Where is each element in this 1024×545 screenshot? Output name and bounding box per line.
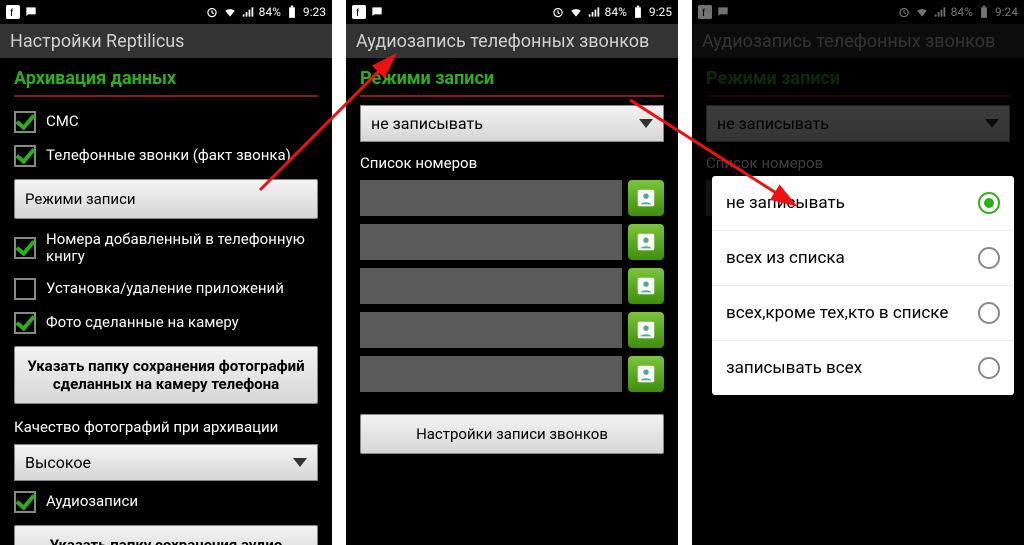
option-label: не записывать (726, 193, 845, 213)
checkbox-icon[interactable] (14, 312, 36, 334)
checkbox-icon[interactable] (14, 237, 36, 259)
number-row (346, 176, 678, 220)
checkbox-icon[interactable] (14, 145, 36, 167)
call-recording-settings-button[interactable]: Настройки записи звонков (360, 414, 664, 454)
row-calls[interactable]: Телефонные звонки (факт звонка) (0, 139, 332, 173)
chat-icon (24, 5, 38, 19)
dialog-option-except-list[interactable]: всех,кроме тех,кто в списке (712, 286, 1014, 341)
number-input[interactable] (360, 268, 622, 304)
battery-text: 84% (259, 5, 281, 19)
number-row (346, 264, 678, 308)
number-input[interactable] (360, 356, 622, 392)
battery-icon (631, 5, 645, 19)
wifi-icon (223, 5, 237, 19)
signal-icon (241, 5, 255, 19)
app-title: Настройки Reptilicus (0, 24, 332, 58)
clock-text: 9:25 (649, 5, 672, 19)
dialog-option-no-record[interactable]: не записывать (712, 176, 1014, 231)
option-label: всех из списка (726, 248, 845, 268)
numbers-list-label: Список номеров (346, 146, 678, 176)
row-label: Установка/удаление приложений (46, 280, 318, 297)
recording-modes-button[interactable]: Режими записи (14, 179, 318, 219)
number-input[interactable] (360, 224, 622, 260)
radio-icon (978, 192, 1000, 214)
radio-icon (978, 357, 1000, 379)
option-label: всех,кроме тех,кто в списке (726, 303, 948, 323)
battery-icon (285, 5, 299, 19)
row-label: Фото сделанные на камеру (46, 314, 318, 331)
contact-picker-button[interactable] (628, 180, 664, 216)
checkbox-icon[interactable] (14, 491, 36, 513)
section-title: Режими записи (346, 58, 678, 95)
phone-screen-3: f 84% 9:24 Аудиозапись телефонных звонко… (692, 0, 1024, 545)
clock-text: 9:23 (303, 5, 326, 19)
section-underline (360, 95, 664, 97)
radio-icon (978, 302, 1000, 324)
phone-screen-1: f 84% 9:23 Настройки Reptilicus Архиваци… (0, 0, 332, 545)
chevron-down-icon (639, 119, 653, 128)
contact-picker-button[interactable] (628, 224, 664, 260)
number-input[interactable] (360, 312, 622, 348)
number-row (346, 352, 678, 396)
row-label: Телефонные звонки (факт звонка) (46, 147, 318, 164)
row-sms[interactable]: СМС (0, 105, 332, 139)
checkbox-icon[interactable] (14, 278, 36, 300)
dialog-option-from-list[interactable]: всех из списка (712, 231, 1014, 286)
row-photos[interactable]: Фото сделанные на камеру (0, 306, 332, 340)
row-label: Аудиозаписи (46, 493, 318, 510)
number-row (346, 220, 678, 264)
facebook-icon: f (6, 5, 20, 19)
svg-text:f: f (10, 7, 13, 19)
checkbox-icon[interactable] (14, 111, 36, 133)
photo-quality-label: Качество фотографий при архивации (0, 410, 332, 440)
svg-text:f: f (356, 7, 359, 19)
status-bar: f 84% 9:25 (346, 0, 678, 24)
status-bar: f 84% 9:23 (0, 0, 332, 24)
number-input[interactable] (360, 180, 622, 216)
photo-folder-button[interactable]: Указать папку сохранения фотографий сдел… (14, 346, 318, 404)
radio-icon (978, 247, 1000, 269)
recording-mode-dialog: не записывать всех из списка всех,кроме … (712, 176, 1014, 395)
row-apps[interactable]: Установка/удаление приложений (0, 272, 332, 306)
contact-picker-button[interactable] (628, 312, 664, 348)
chevron-down-icon (293, 458, 307, 467)
app-title: Аудиозапись телефонных звонков (346, 24, 678, 58)
phone-screen-2: f 84% 9:25 Аудиозапись телефонных звонко… (346, 0, 678, 545)
chat-icon (370, 5, 384, 19)
row-label: СМС (46, 113, 318, 130)
number-row (346, 308, 678, 352)
photo-quality-select[interactable]: Высокое (14, 444, 318, 481)
section-title: Архивация данных (0, 58, 332, 95)
row-audio[interactable]: Аудиозаписи (0, 485, 332, 519)
select-value: не записывать (371, 114, 483, 133)
audio-folder-button[interactable]: Указать папку сохранения аудио (14, 525, 318, 545)
facebook-icon: f (352, 5, 366, 19)
row-label: Номера добавленный в телефонную книгу (46, 231, 318, 266)
contact-picker-button[interactable] (628, 356, 664, 392)
section-underline (14, 95, 318, 97)
select-value: Высокое (25, 453, 91, 472)
alarm-icon (205, 5, 219, 19)
option-label: записывать всех (726, 358, 862, 378)
signal-icon (587, 5, 601, 19)
row-contacts[interactable]: Номера добавленный в телефонную книгу (0, 225, 332, 272)
wifi-icon (569, 5, 583, 19)
alarm-icon (551, 5, 565, 19)
contact-picker-button[interactable] (628, 268, 664, 304)
battery-text: 84% (605, 5, 627, 19)
dialog-option-all[interactable]: записывать всех (712, 341, 1014, 395)
recording-mode-select[interactable]: не записывать (360, 105, 664, 142)
